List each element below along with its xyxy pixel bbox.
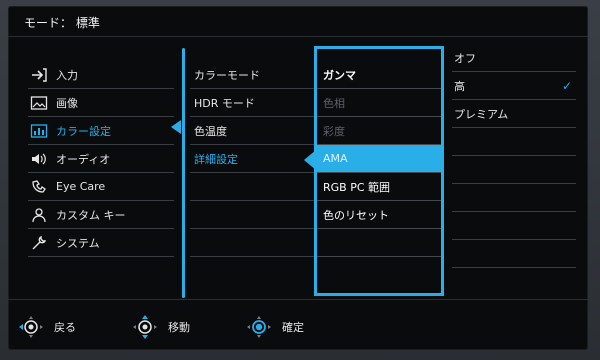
menu-item-label: カラー設定 xyxy=(56,124,111,138)
menu-item-picture[interactable]: 画像 xyxy=(28,89,174,117)
detail-item-label: RGB PC 範囲 xyxy=(323,180,391,194)
submenu: カラーモード HDR モード 色温度 詳細設定 xyxy=(190,61,315,257)
submenu-item-color-mode[interactable]: カラーモード xyxy=(190,61,315,89)
person-icon xyxy=(30,207,48,223)
option-empty-row xyxy=(452,128,576,156)
option-off[interactable]: オフ xyxy=(452,44,576,72)
osd-bottom-bar: 戻る 移動 確定 xyxy=(8,299,588,350)
color-settings-icon xyxy=(30,123,48,139)
option-list: オフ 高 ✓ プレミアム xyxy=(452,52,576,285)
joystick-left-icon xyxy=(19,316,43,338)
menu-item-label: 入力 xyxy=(56,68,78,82)
move-label: 移動 xyxy=(168,321,190,334)
detail-item-label: 色のリセット xyxy=(323,208,389,222)
option-label: 高 xyxy=(454,79,465,93)
confirm-label: 確定 xyxy=(282,321,304,334)
detail-item-rgb-pc-range[interactable]: RGB PC 範囲 xyxy=(317,173,441,201)
submenu-item-color-temp[interactable]: 色温度 xyxy=(190,117,315,145)
speaker-icon xyxy=(30,151,48,167)
move-hint[interactable]: 移動 xyxy=(132,314,190,340)
submenu-item-label: 色温度 xyxy=(194,124,227,138)
detail-menu: ガンマ 色相 彩度 AMA RGB PC 範囲 色のリセット xyxy=(317,61,441,285)
option-empty-row xyxy=(452,184,576,212)
menu-item-color-settings[interactable]: カラー設定 xyxy=(28,117,174,145)
option-label: プレミアム xyxy=(454,107,509,121)
option-label: オフ xyxy=(454,51,476,65)
eye-care-icon xyxy=(30,179,48,195)
joystick-updown-icon xyxy=(133,315,157,339)
menu-item-custom-key[interactable]: カスタム キー xyxy=(28,201,174,229)
detail-pointer xyxy=(304,150,316,170)
checkmark-icon: ✓ xyxy=(561,78,572,93)
osd-titlebar: モード： 標準 xyxy=(8,6,588,37)
input-icon xyxy=(30,67,48,83)
option-premium[interactable]: プレミアム xyxy=(452,100,576,128)
main-menu: 入力 画像 カラー設定 オーディオ Eye Care カスタム キー システム xyxy=(28,61,174,257)
menu-divider xyxy=(182,48,185,298)
back-label: 戻る xyxy=(54,321,76,334)
option-empty-row xyxy=(452,212,576,240)
menu-item-label: Eye Care xyxy=(56,180,106,193)
detail-item-ama[interactable]: AMA xyxy=(317,145,441,173)
detail-item-color-reset[interactable]: 色のリセット xyxy=(317,201,441,229)
menu-item-label: オーディオ xyxy=(56,152,111,166)
submenu-item-hdr-mode[interactable]: HDR モード xyxy=(190,89,315,117)
picture-icon xyxy=(30,95,48,111)
mode-title: モード： 標準 xyxy=(24,16,100,30)
wrench-icon xyxy=(30,235,48,251)
submenu-item-label: カラーモード xyxy=(194,68,260,82)
submenu-item-label: 詳細設定 xyxy=(194,152,238,166)
detail-item-label: 色相 xyxy=(323,96,345,110)
menu-item-input[interactable]: 入力 xyxy=(28,61,174,89)
submenu-item-label: HDR モード xyxy=(194,96,255,110)
back-hint[interactable]: 戻る xyxy=(18,314,76,340)
detail-empty-row xyxy=(317,229,441,257)
menu-item-eye-care[interactable]: Eye Care xyxy=(28,173,174,201)
menu-item-label: システム xyxy=(56,236,100,250)
detail-empty-row xyxy=(317,257,441,285)
option-empty-row xyxy=(452,156,576,184)
menu-item-label: 画像 xyxy=(56,96,78,110)
submenu-empty-row xyxy=(190,229,315,257)
option-high[interactable]: 高 ✓ xyxy=(452,72,576,100)
menu-pointer xyxy=(171,120,181,134)
option-empty-row xyxy=(452,240,576,268)
detail-item-hue: 色相 xyxy=(317,89,441,117)
detail-item-saturation: 彩度 xyxy=(317,117,441,145)
joystick-press-icon xyxy=(247,316,271,338)
osd-screen: モード： 標準 入力 画像 カラー設定 オーディオ Eye Care カスタム … xyxy=(8,6,588,350)
menu-item-system[interactable]: システム xyxy=(28,229,174,257)
submenu-empty-row xyxy=(190,201,315,229)
submenu-item-advanced[interactable]: 詳細設定 xyxy=(190,145,315,173)
submenu-empty-row xyxy=(190,173,315,201)
detail-item-label: ガンマ xyxy=(323,68,356,82)
detail-item-gamma[interactable]: ガンマ xyxy=(317,61,441,89)
detail-item-label: 彩度 xyxy=(323,124,345,138)
menu-item-audio[interactable]: オーディオ xyxy=(28,145,174,173)
confirm-hint[interactable]: 確定 xyxy=(246,314,304,340)
detail-item-label: AMA xyxy=(323,152,348,165)
menu-item-label: カスタム キー xyxy=(56,208,126,222)
